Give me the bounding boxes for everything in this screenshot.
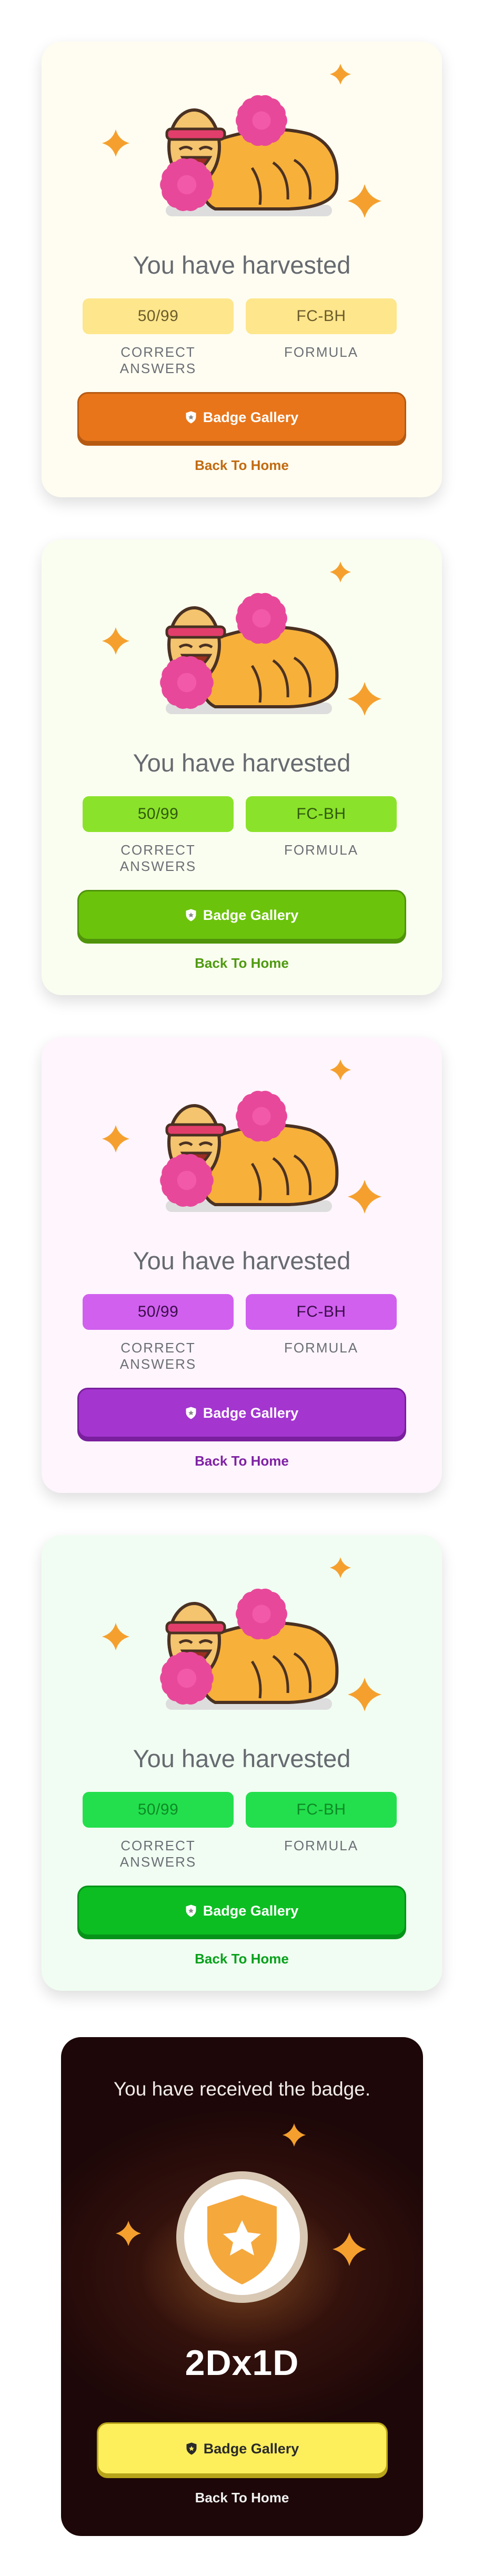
badge-gallery-button[interactable]: Badge Gallery (97, 2422, 388, 2475)
badge-gallery-label: Badge Gallery (203, 409, 299, 425)
badge-gallery-button[interactable]: Badge Gallery (77, 1388, 406, 1438)
back-to-home-link[interactable]: Back To Home (42, 457, 442, 474)
badge-gallery-button[interactable]: Badge Gallery (77, 392, 406, 443)
correct-answers-value: 50/99 (83, 796, 234, 832)
result-card: You have harvested 50/99 FC-BH CORRECT A… (42, 1535, 442, 1991)
badge-received-card: You have received the badge. 2Dx1D Badge… (61, 2037, 423, 2536)
result-card: You have harvested 50/99 FC-BH CORRECT A… (42, 539, 442, 995)
correct-answers-caption: CORRECT ANSWERS (119, 842, 197, 874)
sparkle-icon (102, 1125, 129, 1152)
sparkle-icon (330, 1059, 351, 1080)
sparkle-icon (330, 562, 351, 583)
badge-gallery-button[interactable]: Badge Gallery (77, 890, 406, 940)
mascot-illustration (42, 1037, 442, 1248)
shield-icon (185, 411, 197, 424)
sparkle-icon (348, 1678, 381, 1711)
correct-answers-value: 50/99 (83, 1792, 234, 1828)
mascot-illustration (42, 539, 442, 750)
shield-icon (185, 1407, 197, 1419)
result-title: You have harvested (133, 251, 351, 279)
badge-name: 2Dx1D (185, 2343, 299, 2383)
sparkle-icon (116, 2221, 141, 2246)
formula-caption: FORMULA (284, 842, 359, 858)
badge-gallery-button[interactable]: Badge Gallery (77, 1886, 406, 1936)
correct-answers-value: 50/99 (83, 298, 234, 334)
mascot-illustration (42, 42, 442, 252)
sparkle-icon (330, 1557, 351, 1578)
badge-gallery-label: Badge Gallery (203, 1405, 299, 1421)
formula-caption: FORMULA (284, 1340, 359, 1356)
correct-answers-caption: CORRECT ANSWERS (119, 344, 197, 376)
sparkle-icon (348, 682, 381, 716)
mascot-illustration (42, 1535, 442, 1746)
result-card: You have harvested 50/99 FC-BH CORRECT A… (42, 1037, 442, 1493)
result-title: You have harvested (133, 1745, 351, 1772)
sparkle-icon (102, 627, 129, 655)
back-to-home-link[interactable]: Back To Home (42, 955, 442, 971)
shield-icon (186, 2442, 197, 2455)
formula-caption: FORMULA (284, 1838, 359, 1853)
result-title: You have harvested (133, 749, 351, 777)
back-to-home-link[interactable]: Back To Home (61, 2490, 423, 2506)
sparkle-icon (330, 64, 351, 85)
correct-answers-caption: CORRECT ANSWERS (119, 1838, 197, 1870)
formula-value: FC-BH (246, 1792, 397, 1828)
sparkle-icon (348, 1180, 381, 1214)
sparkle-icon (102, 129, 129, 157)
shield-icon (185, 1905, 197, 1917)
formula-caption: FORMULA (284, 344, 359, 360)
back-to-home-link[interactable]: Back To Home (42, 1453, 442, 1469)
badge-gallery-label: Badge Gallery (203, 907, 299, 923)
sparkle-icon (333, 2232, 366, 2266)
result-title: You have harvested (133, 1247, 351, 1275)
correct-answers-value: 50/99 (83, 1294, 234, 1330)
sparkle-icon (348, 184, 381, 218)
result-card: You have harvested 50/99 FC-BH CORRECT A… (42, 42, 442, 497)
shield-icon (185, 909, 197, 921)
formula-value: FC-BH (246, 796, 397, 832)
correct-answers-caption: CORRECT ANSWERS (119, 1340, 197, 1372)
badge-received-heading: You have received the badge. (113, 2078, 371, 2100)
formula-value: FC-BH (246, 1294, 397, 1330)
badge-gallery-label: Badge Gallery (203, 1902, 299, 1919)
sparkle-icon (283, 2123, 306, 2147)
badge-gallery-label: Badge Gallery (203, 2440, 299, 2457)
sparkle-icon (102, 1623, 129, 1650)
back-to-home-link[interactable]: Back To Home (42, 1951, 442, 1967)
formula-value: FC-BH (246, 298, 397, 334)
